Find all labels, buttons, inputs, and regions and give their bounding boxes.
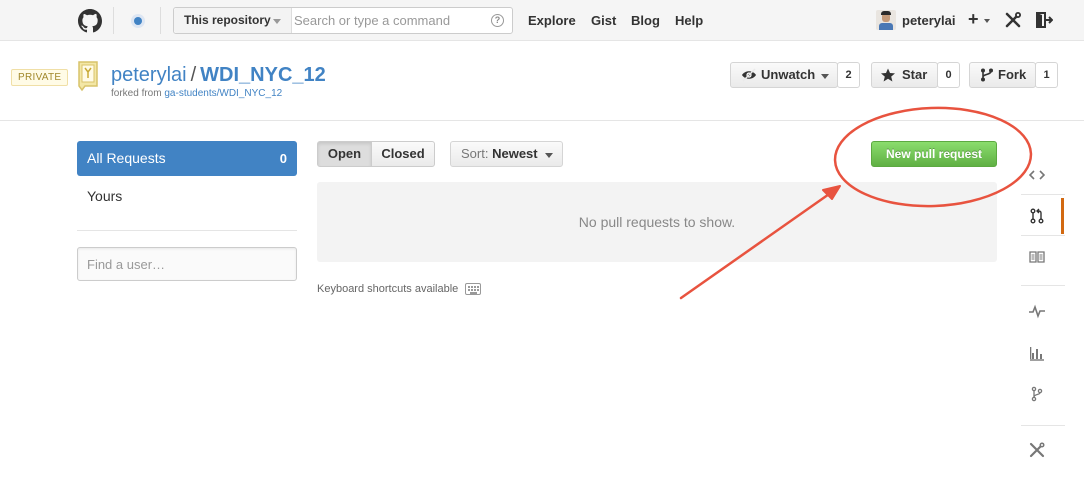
fork-button[interactable]: Fork [969,62,1036,88]
new-pull-request-button[interactable]: New pull request [871,141,997,167]
nav-network[interactable] [1019,376,1064,412]
filter-yours-label: Yours [87,188,123,204]
repo-owner-link[interactable]: peterylai [111,64,187,86]
star-icon [881,68,895,82]
fork-source-link[interactable]: ga-students/WDI_NYC_12 [164,88,282,99]
network-icon [1031,386,1043,402]
graphs-icon [1030,347,1044,361]
nav-blog[interactable]: Blog [631,13,660,28]
settings-tools-icon [1029,442,1045,458]
repo-sidebar-nav [1019,150,1084,491]
repo-name-link[interactable]: WDI_NYC_12 [200,64,326,86]
stargazers-count[interactable]: 0 [937,62,960,88]
filter-all-requests-count: 0 [279,151,287,166]
sort-label: Sort: [461,146,489,161]
find-user-input[interactable] [77,247,297,281]
nav-help[interactable]: Help [675,13,703,28]
forks-count[interactable]: 1 [1035,62,1058,88]
fork-icon [981,68,993,82]
avatar[interactable] [876,10,896,30]
nav-graphs[interactable] [1019,335,1064,371]
filter-divider [77,230,297,231]
chevron-down-icon [273,19,281,24]
header-divider [160,7,161,34]
forked-from-line: forked from ga-students/WDI_NYC_12 [111,88,282,99]
forked-repo-icon [78,61,98,92]
keyboard-shortcuts-link[interactable]: Keyboard shortcuts available [317,283,458,295]
sort-value: Newest [492,146,538,161]
nav-code[interactable] [1019,157,1064,193]
search-input[interactable] [294,10,484,31]
filter-all-requests-label: All Requests [87,150,166,166]
command-bar: This repository ? [173,7,513,34]
star-label: Star [902,67,928,82]
create-new-button[interactable]: + [968,9,979,29]
star-button[interactable]: Star [871,62,938,88]
keyboard-icon[interactable] [465,283,481,295]
repo-title: peterylai / WDI_NYC_12 [111,63,326,87]
chevron-down-icon [545,153,553,158]
unwatch-button[interactable]: Unwatch [730,62,838,88]
fork-label: Fork [998,67,1027,82]
nav-gist[interactable]: Gist [591,13,616,28]
nav-explore[interactable]: Explore [528,13,576,28]
empty-state: No pull requests to show. [317,182,997,262]
nav-pulse[interactable] [1019,293,1064,329]
notifications-icon[interactable] [131,14,145,28]
header-divider [113,7,114,34]
pull-request-filter-menu: All Requests 0 Yours [77,141,297,231]
open-tab[interactable]: Open [317,141,372,167]
nav-divider [1021,235,1065,236]
search-scope-selector[interactable]: This repository [174,8,292,33]
pull-request-icon [1030,208,1044,224]
nav-divider [1021,285,1065,286]
closed-tab[interactable]: Closed [371,141,435,167]
code-icon [1029,170,1045,180]
settings-tools-icon[interactable] [1004,11,1022,29]
filter-all-requests[interactable]: All Requests 0 [77,141,297,176]
repo-path-separator: / [190,64,197,86]
wiki-book-icon [1029,251,1045,263]
sort-dropdown[interactable]: Sort: Newest [450,141,563,167]
repo-header: PRIVATE peterylai / WDI_NYC_12 forked from… [0,42,1084,121]
watchers-count[interactable]: 2 [837,62,860,88]
nav-wiki[interactable] [1019,239,1064,275]
filter-yours[interactable]: Yours [77,179,297,214]
username-link[interactable]: peterylai [902,13,955,28]
site-header: This repository ? Explore Gist Blog Help… [0,0,1084,41]
private-badge: PRIVATE [11,69,69,86]
nav-settings[interactable] [1019,432,1064,468]
chevron-down-icon [984,19,990,23]
nav-divider [1021,425,1065,426]
forked-from-label: forked from [111,88,162,99]
chevron-down-icon [821,74,829,79]
pulse-icon [1029,304,1045,319]
eye-icon [742,68,756,82]
nav-pull-requests[interactable] [1019,198,1064,234]
nav-divider [1021,194,1065,195]
search-scope-label: This repository [184,13,271,27]
sign-out-icon[interactable] [1035,11,1053,29]
github-logo-icon[interactable] [78,9,102,33]
unwatch-label: Unwatch [761,67,816,82]
help-icon[interactable]: ? [491,14,504,27]
